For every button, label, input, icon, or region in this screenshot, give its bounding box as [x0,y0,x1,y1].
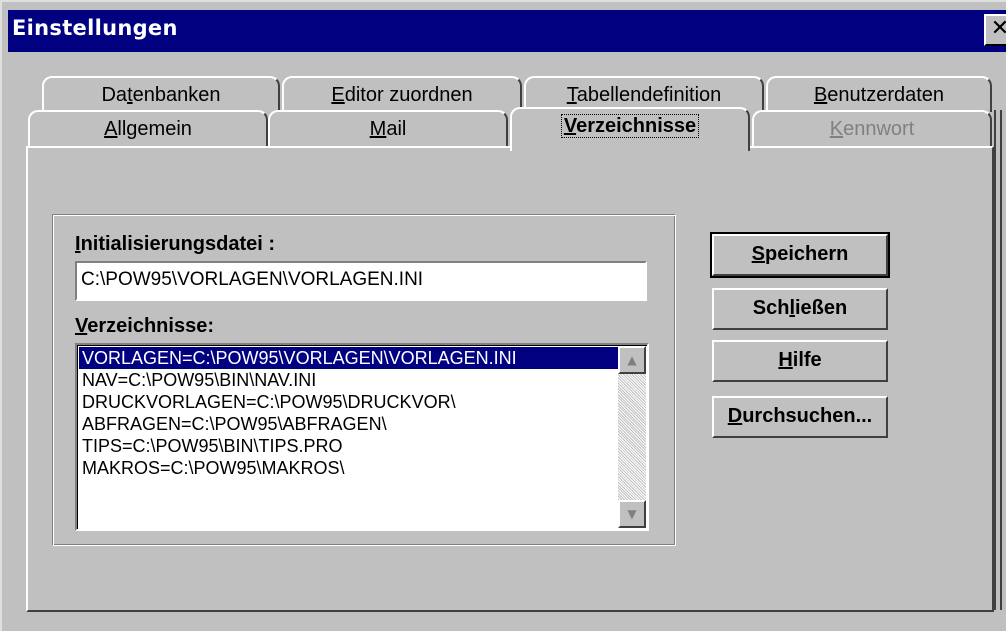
save-button[interactable]: Speichern [710,232,890,278]
tab-verzeichnisse[interactable]: Verzeichnisse [510,107,750,151]
close-window-button[interactable]: ✕ [984,14,1006,46]
directories-label: Verzeichnisse: [75,315,214,337]
close-button[interactable]: Schließen [712,288,888,330]
ini-file-label: Initialisierungsdatei : [75,233,276,255]
tab-label: Editor zuordnen [331,84,473,106]
tab-editor-zuordnen[interactable]: Editor zuordnen [282,76,522,112]
tab-panel-verzeichnisse: Initialisierungsdatei : C:\POW95\VORLAGE… [26,146,994,612]
list-item[interactable]: NAV=C:\POW95\BIN\NAV.INI [79,369,621,391]
window-title: Einstellungen [12,16,178,40]
list-item[interactable]: TIPS=C:\POW95\BIN\TIPS.PRO [79,435,621,457]
scroll-down-button[interactable]: ▼ [618,500,646,528]
tab-label: Mail [369,118,407,140]
tab-label: Benutzerdaten [813,84,945,106]
tab-label: Kennwort [829,118,915,140]
tab-kennwort[interactable]: Kennwort [752,110,992,148]
list-item[interactable]: VORLAGEN=C:\POW95\VORLAGEN\VORLAGEN.INI [79,347,621,369]
tab-benutzerdaten[interactable]: Benutzerdaten [766,76,992,112]
scroll-up-button[interactable]: ▲ [618,346,646,374]
directories-items: VORLAGEN=C:\POW95\VORLAGEN\VORLAGEN.INI … [79,347,621,479]
list-item[interactable]: MAKROS=C:\POW95\MAKROS\ [79,457,621,479]
tab-label: Allgemein [104,118,192,140]
tab-label: Tabellendefinition [566,84,722,106]
directories-listbox[interactable]: VORLAGEN=C:\POW95\VORLAGEN\VORLAGEN.INI … [75,343,649,531]
directories-group: Initialisierungsdatei : C:\POW95\VORLAGE… [52,214,676,546]
tab-datenbanken[interactable]: Datenbanken [42,76,280,112]
tab-allgemein[interactable]: Allgemein [28,110,268,148]
tab-label: Verzeichnisse [560,114,700,138]
help-button[interactable]: Hilfe [712,340,888,382]
title-bar[interactable]: Einstellungen ✕ [8,10,1006,52]
arrow-down-icon: ▼ [627,507,637,521]
list-item[interactable]: ABFRAGEN=C:\POW95\ABFRAGEN\ [79,413,621,435]
close-icon: ✕ [990,16,1006,41]
tab-mail[interactable]: Mail [268,110,508,148]
tab-stack-edge [994,110,1002,610]
arrow-up-icon: ▲ [627,353,637,367]
settings-dialog: Einstellungen ✕ Datenbanken Editor zuord… [0,0,1006,631]
tab-label: Datenbanken [101,84,221,106]
ini-file-input[interactable]: C:\POW95\VORLAGEN\VORLAGEN.INI [75,261,647,301]
list-item[interactable]: DRUCKVORLAGEN=C:\POW95\DRUCKVOR\ [79,391,621,413]
vertical-scrollbar[interactable]: ▲ ▼ [618,346,646,528]
browse-button[interactable]: Durchsuchen... [712,396,888,438]
